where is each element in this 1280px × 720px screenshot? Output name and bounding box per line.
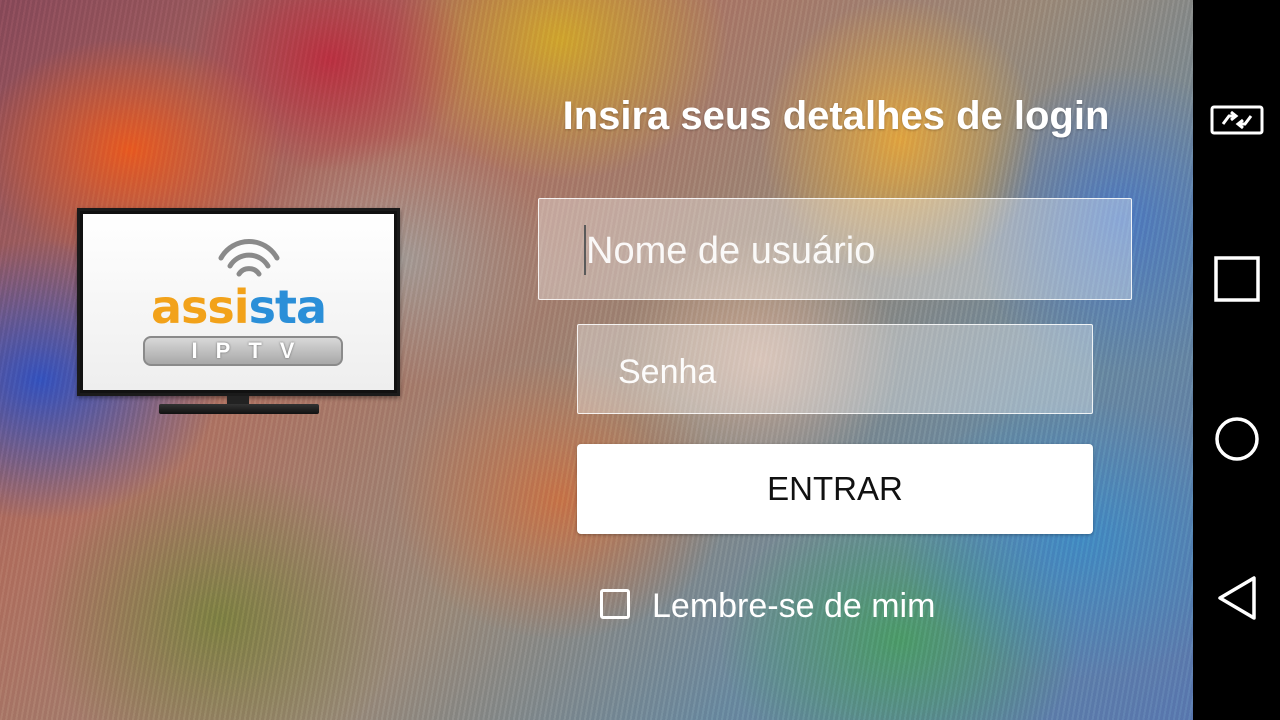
screen: assista IPTV Insira seus detalhes de log… xyxy=(0,0,1280,720)
rotate-screen-button[interactable] xyxy=(1193,75,1280,165)
tv-frame: assista IPTV xyxy=(77,208,400,396)
login-button[interactable]: ENTRAR xyxy=(577,444,1093,534)
tv-neck xyxy=(227,396,249,404)
recents-square-icon xyxy=(1213,256,1260,302)
home-button[interactable] xyxy=(1193,394,1280,484)
app-logo: assista IPTV xyxy=(77,208,400,418)
home-circle-icon xyxy=(1214,417,1259,461)
wifi-icon xyxy=(218,239,280,277)
remember-me-label[interactable]: Lembre-se de mim xyxy=(652,586,935,626)
password-input[interactable]: Senha xyxy=(577,324,1093,414)
username-input[interactable]: Nome de usuário xyxy=(538,198,1132,300)
remember-me-checkbox[interactable] xyxy=(600,589,630,619)
brand-part-1: assi xyxy=(151,280,250,334)
username-placeholder: Nome de usuário xyxy=(586,230,876,272)
tv-screen: assista IPTV xyxy=(83,214,394,390)
password-placeholder: Senha xyxy=(618,353,717,391)
brand-name: assista xyxy=(83,284,394,330)
login-title: Insira seus detalhes de login xyxy=(562,94,1110,138)
brand-part-2: sta xyxy=(248,280,327,334)
rotate-screen-icon xyxy=(1210,105,1263,135)
navigation-bar xyxy=(1193,0,1280,720)
brand-subtitle: IPTV xyxy=(143,336,343,366)
back-triangle-icon xyxy=(1217,576,1256,620)
tv-stand xyxy=(159,404,319,414)
back-button[interactable] xyxy=(1193,553,1280,643)
recents-button[interactable] xyxy=(1193,234,1280,324)
